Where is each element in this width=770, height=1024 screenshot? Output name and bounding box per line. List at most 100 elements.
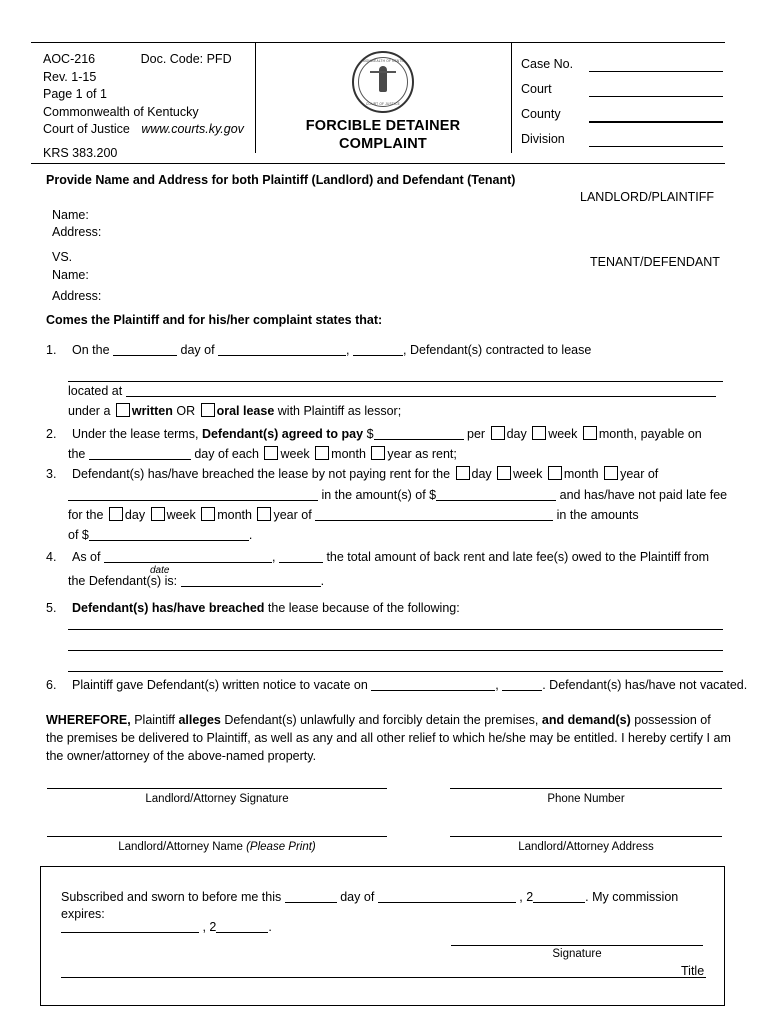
item-6-year-input[interactable]: [502, 677, 543, 691]
parties-instruction: Provide Name and Address for both Plaint…: [46, 173, 516, 187]
checkbox-oral-lease[interactable]: [200, 403, 215, 417]
notary-day-input[interactable]: [284, 889, 337, 903]
court-input-line[interactable]: [589, 96, 723, 97]
item-2-amount-input[interactable]: [373, 426, 464, 440]
item-4-date-input[interactable]: [103, 549, 272, 563]
county-input-line[interactable]: [589, 121, 723, 123]
item-3-of-dollar: of $: [68, 528, 89, 542]
item-3-latefee-amount-input[interactable]: [88, 527, 249, 541]
checkbox-written-lease[interactable]: [115, 403, 130, 417]
item-1-lease-type-row: under a written OR oral lease with Plain…: [68, 403, 728, 420]
item-1-lease-line-1[interactable]: [68, 381, 723, 382]
courts-url: www.courts.ky.gov: [141, 122, 244, 136]
notary-month-input[interactable]: [377, 889, 516, 903]
checkbox-latefee-day[interactable]: [108, 507, 123, 521]
checkbox-each-week[interactable]: [264, 446, 279, 460]
item-3-lf-day: day: [124, 508, 146, 522]
phone-number-line[interactable]: [450, 788, 722, 789]
county-field[interactable]: County: [511, 107, 725, 132]
division-input-line[interactable]: [589, 146, 723, 147]
notary-expiry-month-input[interactable]: [61, 919, 199, 933]
item-2-month: month: [598, 427, 634, 441]
landlord-name-line[interactable]: [47, 836, 387, 837]
item-1-year-input[interactable]: [353, 342, 404, 356]
form-header: AOC-216 Doc. Code: PFD Rev. 1-15 Page 1 …: [31, 42, 725, 164]
item-3-line-3: for the day week month year of in the am…: [68, 507, 758, 524]
form-page: AOC-216 Doc. Code: PFD Rev. 1-15 Page 1 …: [0, 0, 770, 1024]
item-3-line-4: of $.: [68, 527, 252, 544]
phone-number-label: Phone Number: [547, 793, 625, 805]
notary-title-line[interactable]: [61, 977, 706, 978]
item-2-dayofeach-input[interactable]: [88, 446, 191, 460]
checkbox-latefee-month[interactable]: [201, 507, 216, 521]
item-4-year-input[interactable]: [278, 549, 323, 563]
item-3-amount-label: in the amount(s) of $: [321, 488, 437, 502]
item-3-amount-input[interactable]: [436, 487, 557, 501]
notary-expiry-year-input[interactable]: [216, 919, 269, 933]
checkbox-each-year[interactable]: [371, 446, 386, 460]
item-2-dollar: $: [366, 427, 374, 441]
division-field[interactable]: Division: [511, 132, 725, 157]
notary-comma-3: , 2: [202, 920, 217, 934]
krs-citation: KRS 383.200: [43, 145, 118, 160]
doc-code: Doc. Code: PFD: [140, 52, 232, 66]
item-3-period-end: .: [248, 528, 253, 542]
checkbox-pay-day[interactable]: [490, 426, 505, 440]
item-4-text-3: the Defendant(s) is:: [68, 574, 178, 588]
header-left-block: AOC-216 Doc. Code: PFD Rev. 1-15 Page 1 …: [43, 51, 253, 162]
court-label: Court: [521, 82, 552, 96]
wherefore-paragraph: WHEREFORE, Plaintiff alleges Defendant(s…: [46, 711, 731, 765]
notary-year-input[interactable]: [533, 889, 586, 903]
item-2-day-of-each: day of each: [194, 447, 259, 461]
item-6-comma: ,: [495, 678, 499, 692]
item-5-line-1[interactable]: [68, 629, 723, 630]
notary-day-of: day of: [340, 890, 375, 904]
kentucky-seal-icon: COMMONWEALTH OF KENTUCKY COURT OF JUSTIC…: [352, 51, 414, 113]
court-of-justice: Court of Justice: [43, 122, 130, 136]
item-5-line-3[interactable]: [68, 671, 723, 672]
court-field[interactable]: Court: [511, 82, 725, 107]
checkbox-each-month[interactable]: [315, 446, 330, 460]
checkbox-breach-year[interactable]: [604, 466, 619, 480]
checkbox-breach-month[interactable]: [547, 466, 562, 480]
item-3-month: month: [563, 467, 599, 481]
item-3-year-of: year of: [620, 467, 659, 481]
landlord-signature-line[interactable]: [47, 788, 387, 789]
wherefore-bold-1: WHEREFORE,: [46, 713, 131, 727]
notary-line-1: Subscribed and sworn to before me this d…: [61, 889, 711, 923]
intro-statement: Comes the Plaintiff and for his/her comp…: [46, 313, 383, 327]
item-2: 2. Under the lease terms, Defendant(s) a…: [46, 426, 746, 443]
item-1-located-at-label: located at: [68, 384, 123, 398]
item-3-period-input[interactable]: [68, 487, 318, 501]
item-2-payable-on: , payable on: [633, 427, 702, 441]
item-2-each-month: month: [331, 447, 366, 461]
case-number-label: Case No.: [521, 57, 574, 71]
item-6-text-2: . Defendant(s) has/have not vacated.: [542, 678, 748, 692]
checkbox-pay-week[interactable]: [532, 426, 547, 440]
item-1-month-input[interactable]: [218, 342, 347, 356]
item-3-latefee-period-input[interactable]: [315, 507, 554, 521]
header-center-block: COMMONWEALTH OF KENTUCKY COURT OF JUSTIC…: [255, 49, 511, 153]
checkbox-breach-day[interactable]: [455, 466, 470, 480]
item-1-located-at-input[interactable]: [125, 383, 716, 397]
notary-signature-line[interactable]: [451, 945, 703, 946]
case-number-input-line[interactable]: [589, 71, 723, 72]
checkbox-pay-month[interactable]: [582, 426, 597, 440]
item-4-total-input[interactable]: [180, 573, 321, 587]
item-3: 3. Defendant(s) has/have breached the le…: [46, 466, 756, 483]
header-case-fields: Case No. Court County Division: [511, 57, 725, 157]
case-number-field[interactable]: Case No.: [511, 57, 725, 82]
item-6-date-input[interactable]: [371, 677, 496, 691]
checkbox-latefee-year[interactable]: [257, 507, 272, 521]
item-1-day-input[interactable]: [113, 342, 178, 356]
checkbox-latefee-week[interactable]: [150, 507, 165, 521]
defendant-name-label: Name:: [52, 268, 89, 282]
item-5-line-2[interactable]: [68, 650, 723, 651]
item-4-text-2: the total amount of back rent and late f…: [326, 550, 710, 564]
checkbox-breach-week[interactable]: [497, 466, 512, 480]
item-2-year-as-rent: year as rent;: [387, 447, 457, 461]
notary-text-1: Subscribed and sworn to before me this: [61, 890, 282, 904]
landlord-address-line[interactable]: [450, 836, 722, 837]
item-6: 6. Plaintiff gave Defendant(s) written n…: [46, 677, 756, 694]
item-6-number: 6.: [46, 678, 57, 692]
